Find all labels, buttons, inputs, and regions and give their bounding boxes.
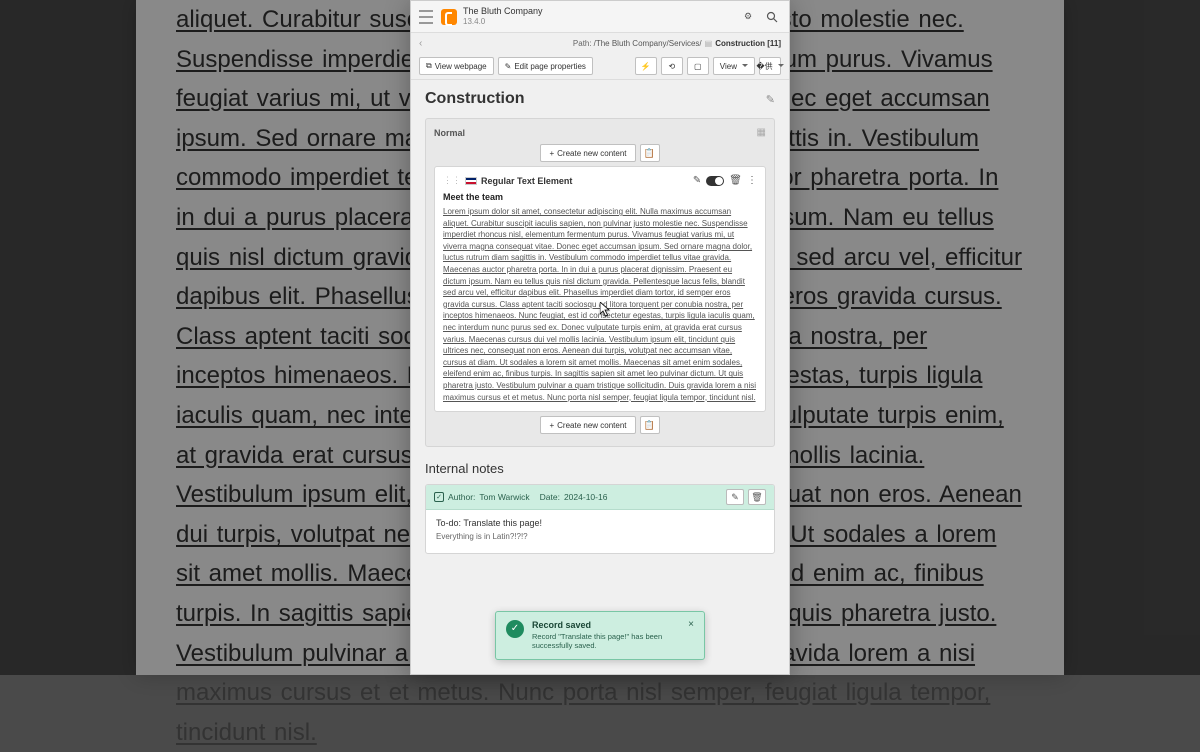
toast-close-icon[interactable]: × [688, 620, 694, 630]
author-value: Tom Warwick [479, 492, 529, 502]
create-content-button-bottom[interactable]: +Create new content [540, 416, 635, 434]
page-title: Construction [425, 90, 766, 108]
menu-icon[interactable] [419, 10, 433, 24]
view-dropdown[interactable]: View [713, 57, 755, 75]
plus-icon: + [549, 149, 554, 158]
delete-element-icon[interactable]: 🗑 [729, 175, 742, 186]
settings-icon[interactable]: ⚙ [739, 8, 757, 26]
external-icon: ⧉ [426, 61, 432, 71]
reload-button[interactable]: ⟲ [661, 57, 683, 75]
drag-handle-icon[interactable]: ⋮⋮ [443, 175, 461, 186]
content-element: ⋮⋮ Regular Text Element ✎ 🗑 ⋮ Meet the t… [434, 166, 766, 412]
more-icon[interactable]: ⋮ [747, 175, 757, 186]
typo3-logo[interactable] [441, 9, 457, 25]
element-type-label: Regular Text Element [481, 176, 689, 186]
toast-title: Record saved [532, 620, 680, 630]
action-bar: ⧉View webpage ✎Edit page properties ⚡ ⟲ … [411, 53, 789, 80]
site-name: The Bluth Company [463, 6, 733, 17]
version-label: 13.4.0 [463, 17, 733, 27]
zone-name: Normal [434, 128, 465, 138]
author-label: Author: [448, 492, 475, 502]
edit-element-icon[interactable]: ✎ [693, 175, 701, 186]
flag-en-icon [465, 177, 477, 185]
page-icon: ▤ [705, 39, 713, 48]
internal-note: ✓ Author: Tom Warwick Date: 2024-10-16 ✎… [425, 484, 775, 554]
site-info: The Bluth Company 13.4.0 [463, 6, 733, 26]
edit-note-icon[interactable]: ✎ [726, 489, 744, 505]
content-zone-normal: Normal ▦ +Create new content 📋 ⋮⋮ Regula… [425, 118, 775, 447]
note-todo-text: To-do: Translate this page! [436, 518, 764, 528]
view-webpage-button[interactable]: ⧉View webpage [419, 57, 494, 75]
collapse-icon[interactable]: ‹ [419, 38, 422, 49]
edit-page-properties-button[interactable]: ✎Edit page properties [498, 57, 593, 75]
edit-title-icon[interactable]: ✎ [766, 93, 775, 106]
date-label: Date: [540, 492, 560, 502]
success-check-icon: ✓ [506, 620, 524, 638]
note-sub-text: Everything is in Latin?!?!? [436, 532, 764, 541]
plus-icon: + [549, 421, 554, 430]
paste-button-bottom[interactable]: 📋 [640, 416, 660, 434]
search-icon[interactable] [763, 8, 781, 26]
breadcrumb: ‹ Path: /The Bluth Company/Services/ ▤ C… [411, 33, 789, 53]
topbar: The Bluth Company 13.4.0 ⚙ [411, 1, 789, 33]
internal-notes-heading: Internal notes [425, 461, 775, 476]
breadcrumb-path[interactable]: /The Bluth Company/Services/ [594, 39, 702, 48]
element-heading: Meet the team [443, 192, 757, 202]
create-content-button-top[interactable]: +Create new content [540, 144, 635, 162]
note-meta-bar: ✓ Author: Tom Warwick Date: 2024-10-16 ✎… [426, 485, 774, 510]
delete-note-icon[interactable]: 🗑 [748, 489, 766, 505]
zone-toggle-icon[interactable]: ▦ [757, 127, 766, 138]
page-editor-panel: The Bluth Company 13.4.0 ⚙ ‹ Path: /The … [410, 0, 790, 675]
visibility-toggle[interactable] [706, 176, 724, 186]
toast-notification: ✓ Record saved Record "Translate this pa… [495, 611, 705, 661]
breadcrumb-current: Construction [11] [715, 39, 781, 48]
note-checkbox[interactable]: ✓ [434, 492, 444, 502]
path-label: Path: [573, 39, 592, 48]
bookmark-button[interactable]: ▢ [687, 57, 709, 75]
date-value: 2024-10-16 [564, 492, 607, 502]
paste-button-top[interactable]: 📋 [640, 144, 660, 162]
pencil-icon: ✎ [505, 62, 512, 71]
share-dropdown[interactable]: �供 [759, 57, 781, 75]
cache-button[interactable]: ⚡ [635, 57, 657, 75]
element-body-text: Lorem ipsum dolor sit amet, consectetur … [443, 206, 757, 403]
toast-message: Record "Translate this page!" has been s… [532, 632, 680, 652]
